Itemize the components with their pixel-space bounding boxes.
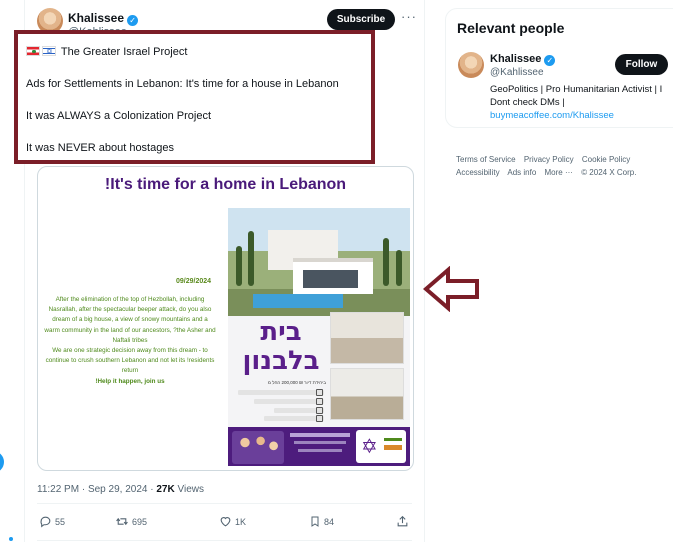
tree-shape bbox=[248, 231, 254, 286]
left-arrow-annotation-icon bbox=[423, 266, 479, 312]
views-count[interactable]: 27K bbox=[156, 484, 174, 495]
tweet-meta: 11:22 PM · Sep 29, 2024 · 27K Views bbox=[37, 484, 204, 495]
author-name-text[interactable]: Khalissee bbox=[68, 11, 124, 25]
author-name[interactable]: Khalissee ✓ bbox=[68, 11, 139, 26]
like-count: 1K bbox=[235, 517, 247, 527]
feature-icon bbox=[316, 415, 323, 422]
like-button[interactable]: 1K bbox=[219, 515, 246, 528]
feature-icon bbox=[316, 407, 323, 414]
ads-info-link[interactable]: Ads info bbox=[507, 168, 536, 177]
tree-shape bbox=[236, 246, 242, 286]
bookmark-icon bbox=[311, 516, 319, 527]
relevant-person-name[interactable]: Khalissee ✓ bbox=[490, 53, 556, 66]
avatar[interactable] bbox=[458, 52, 484, 78]
copyright: © 2024 X Corp. bbox=[581, 168, 637, 177]
views-label: Views bbox=[177, 484, 204, 495]
tweet-text-line-3: It was ALWAYS a Colonization Project bbox=[26, 110, 212, 122]
tweet-text-highlight-box: The Greater Israel Project Ads for Settl… bbox=[14, 30, 375, 164]
logo-text-block bbox=[384, 445, 402, 450]
divider bbox=[37, 540, 412, 541]
reply-count: 55 bbox=[55, 517, 66, 527]
feature-icon bbox=[316, 389, 323, 396]
notification-dot bbox=[9, 537, 13, 541]
relevant-person-handle[interactable]: @Kahlissee bbox=[490, 67, 544, 78]
feature-line bbox=[264, 416, 324, 421]
tweet-text-line: The Greater Israel Project bbox=[26, 45, 371, 77]
bio-text: GeoPolitics | Pro Humanitarian Activist … bbox=[490, 84, 663, 108]
timestamp[interactable]: 11:22 PM · Sep 29, 2024 bbox=[37, 484, 147, 495]
relevant-person-bio: GeoPolitics | Pro Humanitarian Activist … bbox=[490, 83, 673, 122]
ad-body-paragraph-1: After the elimination of the top of Hezb… bbox=[44, 296, 216, 344]
house-windows bbox=[303, 270, 358, 288]
repost-button[interactable]: 695 bbox=[115, 515, 147, 528]
share-icon bbox=[397, 515, 408, 527]
sidebar-footer-links: Terms of Service Privacy Policy Cookie P… bbox=[456, 153, 673, 179]
relevant-people-heading: Relevant people bbox=[457, 20, 565, 36]
interior-photo-1 bbox=[330, 312, 404, 364]
tweet-text-line-1: The Greater Israel Project bbox=[60, 46, 188, 58]
relevant-people-card: Relevant people Khalissee ✓ @Kahlissee Fo… bbox=[445, 8, 673, 128]
tweet-column: Khalissee✓ @Kahlissee Subscribe ··· The … bbox=[14, 0, 425, 542]
privacy-link[interactable]: Privacy Policy bbox=[524, 155, 574, 164]
terms-link[interactable]: Terms of Service bbox=[456, 155, 516, 164]
heart-icon bbox=[220, 517, 231, 527]
tweet-actions: 55 695 1K 84 bbox=[39, 515, 411, 531]
subscribe-button[interactable]: Subscribe bbox=[327, 9, 395, 30]
verified-badge-icon: ✓ bbox=[544, 55, 556, 66]
ad-title: !It's time for a home in Lebanon bbox=[104, 176, 347, 193]
price-text: ביחידת דיור ₪ 200,000 החל מ bbox=[267, 380, 326, 385]
tree-shape bbox=[383, 238, 389, 286]
footer-text-block bbox=[290, 433, 350, 437]
more-link[interactable]: More ··· bbox=[545, 168, 573, 177]
interior-photo-2 bbox=[330, 368, 404, 420]
share-button[interactable] bbox=[396, 515, 412, 528]
lebanon-flag-icon bbox=[26, 46, 40, 56]
ad-body: After the elimination of the top of Hezb… bbox=[44, 295, 216, 387]
family-photo bbox=[232, 431, 284, 464]
organization-logo: ✡ bbox=[356, 430, 406, 463]
repost-count: 695 bbox=[132, 517, 148, 527]
more-options-icon[interactable]: ··· bbox=[401, 9, 417, 24]
cookie-link[interactable]: Cookie Policy bbox=[582, 155, 630, 164]
follow-button[interactable]: Follow bbox=[615, 54, 668, 75]
repost-icon bbox=[116, 517, 128, 526]
israel-flag-icon bbox=[42, 45, 56, 59]
tree-shape bbox=[396, 250, 402, 286]
ad-poster: בית בלבנון ביחידת דיור ₪ 200,000 החל מ ✡ bbox=[228, 208, 410, 466]
relevant-person-name-text[interactable]: Khalissee bbox=[490, 53, 541, 65]
accessibility-link[interactable]: Accessibility bbox=[456, 168, 500, 177]
bookmark-count: 84 bbox=[324, 517, 335, 527]
tweet-media-image[interactable]: !It's time for a home in Lebanon 09/29/2… bbox=[37, 166, 414, 471]
ad-body-paragraph-2: We are one strategic decision away from … bbox=[45, 347, 215, 375]
ad-footer-banner: ✡ bbox=[228, 427, 410, 466]
footer-text-block bbox=[294, 441, 346, 444]
divider bbox=[37, 503, 412, 504]
feature-icon bbox=[316, 398, 323, 405]
villa-photo bbox=[228, 208, 410, 316]
bookmark-button[interactable]: 84 bbox=[309, 515, 334, 528]
ad-cta: !Help it happen, join us bbox=[95, 377, 165, 385]
reply-button[interactable]: 55 bbox=[39, 515, 65, 528]
ad-date: 09/29/2024 bbox=[176, 278, 212, 285]
compose-button-partial[interactable] bbox=[0, 451, 4, 473]
star-of-david-icon: ✡ bbox=[361, 434, 378, 458]
feature-line bbox=[254, 399, 324, 404]
verified-badge-icon: ✓ bbox=[127, 15, 139, 26]
reply-icon bbox=[40, 516, 51, 528]
pool bbox=[253, 294, 343, 308]
tweet-text-line-2: Ads for Settlements in Lebanon: It's tim… bbox=[26, 78, 339, 90]
bio-link[interactable]: buymeacoffee.com/Khalissee bbox=[490, 109, 673, 122]
footer-text-block bbox=[298, 449, 342, 452]
feature-line bbox=[238, 390, 324, 395]
hebrew-title: בית בלבנון bbox=[242, 317, 320, 376]
logo-text-block bbox=[384, 438, 402, 441]
